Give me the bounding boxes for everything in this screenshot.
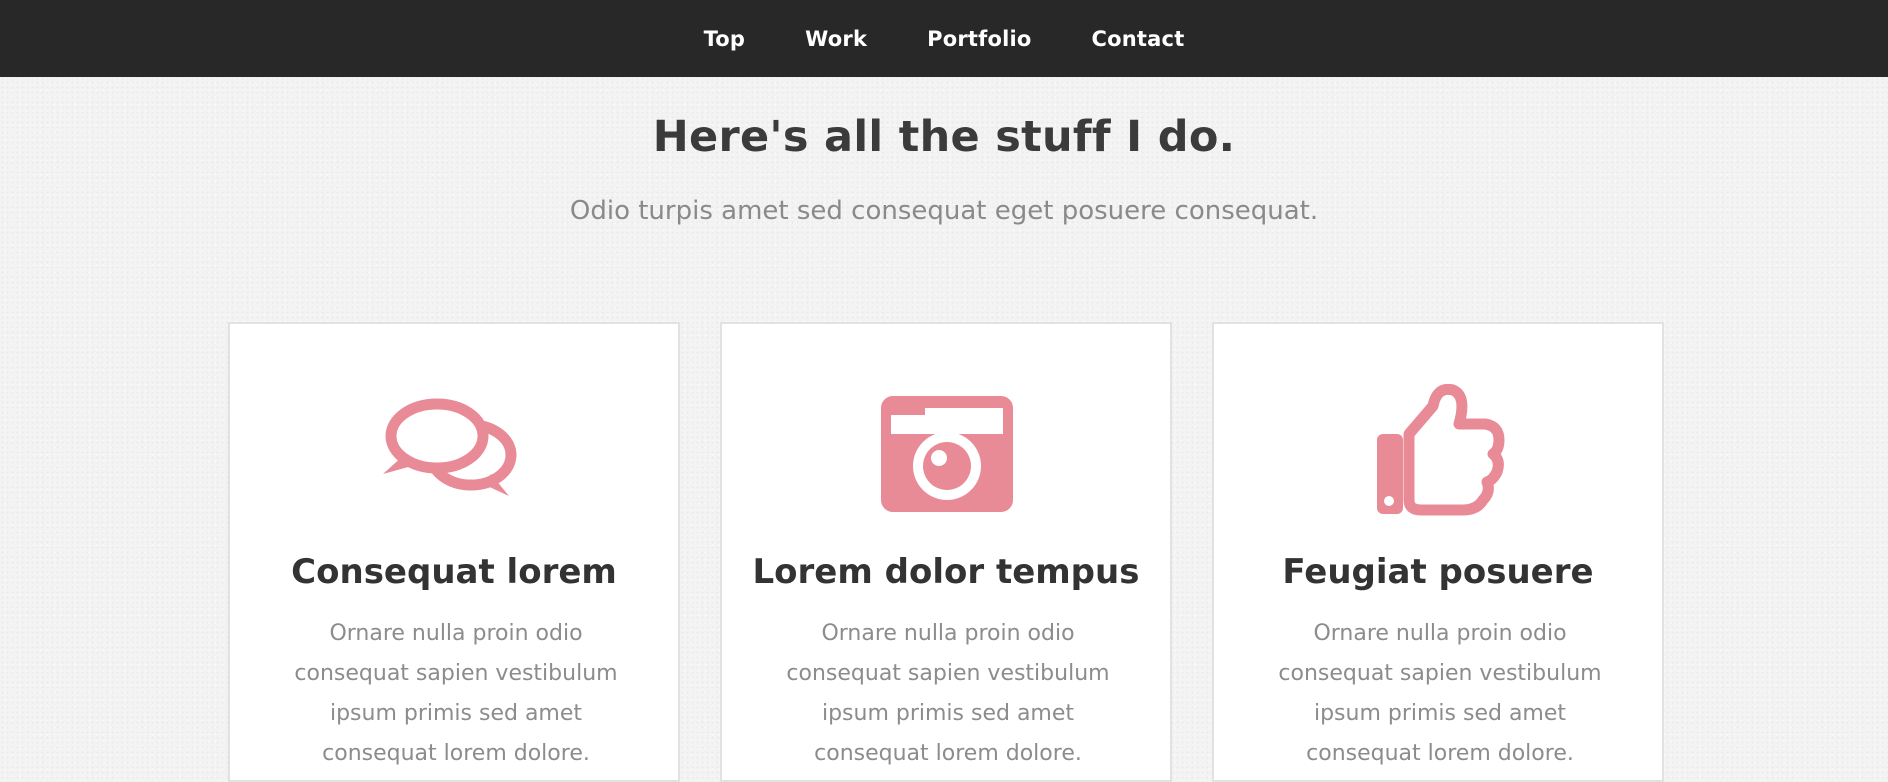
chat-bubbles-icon: [230, 384, 678, 524]
service-card-feugiat-posuere: Feugiat posuere Ornare nulla proin odio …: [1212, 322, 1664, 782]
nav-link-contact[interactable]: Contact: [1092, 27, 1185, 51]
thumbs-up-icon: [1214, 384, 1662, 524]
card-description: Ornare nulla proin odio consequat sapien…: [786, 621, 1110, 766]
section-subtitle: Odio turpis amet sed consequat eget posu…: [569, 196, 1319, 226]
service-card-consequat-lorem: Consequat lorem Ornare nulla proin odio …: [228, 322, 680, 782]
top-navigation: Top Work Portfolio Contact: [0, 0, 1888, 77]
card-description: Ornare nulla proin odio consequat sapien…: [294, 621, 618, 766]
camera-icon: [722, 384, 1170, 524]
nav-link-work[interactable]: Work: [805, 27, 867, 51]
nav-link-portfolio[interactable]: Portfolio: [927, 27, 1031, 51]
section-title: Here's all the stuff I do.: [652, 112, 1236, 162]
card-title: Lorem dolor tempus: [752, 552, 1140, 592]
service-card-lorem-dolor-tempus: Lorem dolor tempus Ornare nulla proin od…: [720, 322, 1172, 782]
nav-link-top[interactable]: Top: [704, 27, 746, 51]
card-description: Ornare nulla proin odio consequat sapien…: [1278, 621, 1602, 766]
card-title: Feugiat posuere: [1282, 552, 1594, 592]
card-title: Consequat lorem: [291, 552, 617, 592]
